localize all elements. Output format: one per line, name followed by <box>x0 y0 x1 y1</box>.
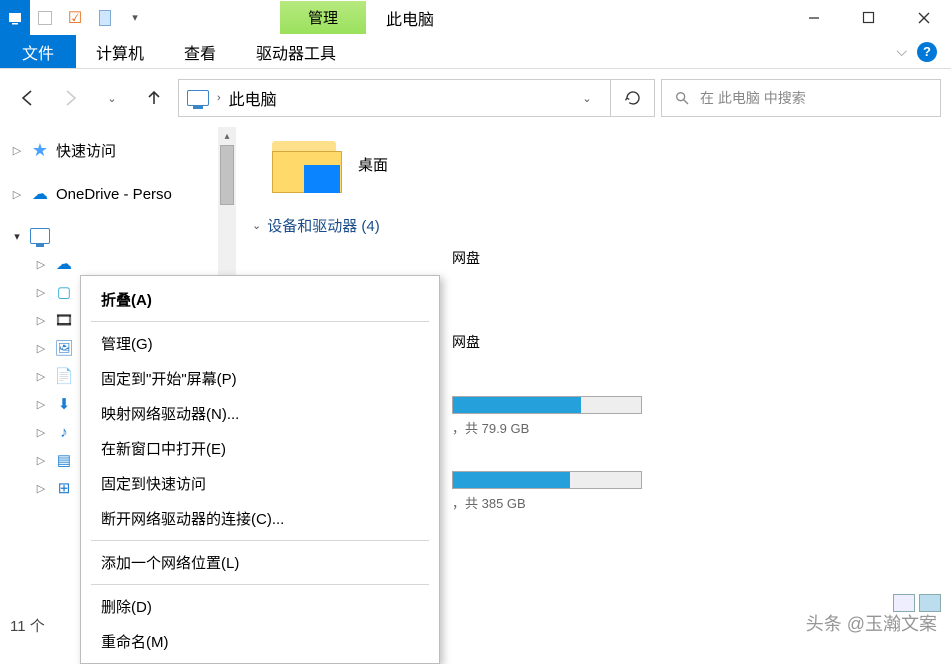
address-bar[interactable]: › 此电脑 ⌄ <box>178 79 611 117</box>
this-pc-icon <box>187 90 209 106</box>
up-button[interactable] <box>136 80 172 116</box>
capacity-text: ，共 385 GB <box>452 493 642 512</box>
video-folder-icon: 🎞 <box>54 311 74 329</box>
drive-1[interactable]: ，共 79.9 GB <box>452 396 935 437</box>
address-dropdown-button[interactable]: ⌄ <box>572 92 602 105</box>
device-netdisk-1[interactable]: 网盘 <box>452 248 935 268</box>
watermark: 头条 @玉瀚文案 <box>806 610 937 636</box>
status-item-count: 11 个 <box>10 615 45 636</box>
ribbon-collapse-icon[interactable]: ⌵ <box>896 43 907 60</box>
tree-label: OneDrive - Perso <box>56 186 172 203</box>
tree-quick-access[interactable]: ▷ ★ 快速访问 <box>6 135 212 166</box>
documents-folder-icon: 📄 <box>54 367 74 385</box>
qat-dropdown-icon[interactable]: ▾ <box>120 0 150 35</box>
ctx-delete[interactable]: 删除(D) <box>83 589 437 624</box>
breadcrumb-this-pc[interactable]: 此电脑 <box>229 86 277 110</box>
ctx-add-netloc[interactable]: 添加一个网络位置(L) <box>83 545 437 580</box>
folder-icon <box>272 135 342 193</box>
menu-separator <box>91 584 429 585</box>
capacity-bar <box>452 471 642 489</box>
qat-placeholder-icon[interactable] <box>30 0 60 35</box>
maximize-button[interactable] <box>841 0 896 35</box>
tab-computer[interactable]: 计算机 <box>76 35 164 68</box>
drive-2[interactable]: ，共 385 GB <box>452 471 935 512</box>
titlebar: ☑ ▾ 管理 此电脑 <box>0 0 951 35</box>
close-button[interactable] <box>896 0 951 35</box>
tree-onedrive[interactable]: ▷ ☁ OneDrive - Perso <box>6 180 212 208</box>
ribbon-tabs: 文件 计算机 查看 驱动器工具 ⌵ ? <box>0 35 951 69</box>
ctx-manage[interactable]: 管理(G) <box>83 326 437 361</box>
capacity-bar <box>452 396 642 414</box>
qat-item-icon[interactable] <box>90 0 120 35</box>
star-icon: ★ <box>30 142 50 160</box>
chevron-down-icon: ⌄ <box>252 219 261 232</box>
ctx-open-new[interactable]: 在新窗口中打开(E) <box>83 431 437 466</box>
menu-separator <box>91 321 429 322</box>
menu-separator <box>91 540 429 541</box>
chevron-right-icon[interactable]: › <box>217 92 221 104</box>
collapse-caret-icon[interactable]: ▾ <box>10 230 24 243</box>
device-label: 网盘 <box>452 248 480 268</box>
desktop-folder-icon: ▤ <box>54 451 74 469</box>
expand-caret-icon[interactable]: ▷ <box>10 188 24 201</box>
tab-view[interactable]: 查看 <box>164 35 236 68</box>
tree-label: 快速访问 <box>56 140 116 161</box>
minimize-button[interactable] <box>786 0 841 35</box>
folder-desktop[interactable]: 桌面 <box>272 135 935 193</box>
folder-label: 桌面 <box>358 154 388 175</box>
capacity-text: ，共 79.9 GB <box>452 418 642 437</box>
pictures-folder-icon: 🖼 <box>54 339 74 357</box>
scroll-up-icon[interactable]: ▴ <box>218 127 236 145</box>
contextual-tab-manage[interactable]: 管理 <box>280 1 366 34</box>
cloud-icon: ☁ <box>30 185 50 203</box>
downloads-folder-icon: ⬇ <box>54 395 74 413</box>
window-title: 此电脑 <box>386 6 434 30</box>
navigation-toolbar: ⌄ › 此电脑 ⌄ 在 此电脑 中搜索 <box>0 69 951 127</box>
scroll-thumb[interactable] <box>220 145 234 205</box>
ctx-pin-start[interactable]: 固定到"开始"屏幕(P) <box>83 361 437 396</box>
window-controls <box>786 0 951 35</box>
properties-icon[interactable]: ☑ <box>60 0 90 35</box>
tree-this-pc[interactable]: ▾ <box>6 222 212 250</box>
search-box[interactable]: 在 此电脑 中搜索 <box>661 79 941 117</box>
ctx-collapse[interactable]: 折叠(A) <box>83 282 437 317</box>
device-netdisk-2[interactable]: 网盘 <box>452 332 935 352</box>
section-label: 设备和驱动器 (4) <box>267 215 380 236</box>
context-menu: 折叠(A) 管理(G) 固定到"开始"屏幕(P) 映射网络驱动器(N)... 在… <box>80 275 440 664</box>
expand-caret-icon[interactable]: ▷ <box>10 144 24 157</box>
tab-file[interactable]: 文件 <box>0 35 76 68</box>
search-icon <box>674 90 690 106</box>
search-placeholder: 在 此电脑 中搜索 <box>700 88 806 108</box>
cube-icon: ▢ <box>54 283 74 301</box>
help-icon[interactable]: ? <box>917 42 937 62</box>
section-devices-header[interactable]: ⌄ 设备和驱动器 (4) <box>252 205 935 244</box>
watermark-text: 头条 @玉瀚文案 <box>806 610 937 636</box>
cloud-icon: ☁ <box>54 255 74 273</box>
tree-child[interactable]: ▷☁ <box>6 250 212 278</box>
recent-locations-button[interactable]: ⌄ <box>94 80 130 116</box>
ctx-pin-quick[interactable]: 固定到快速访问 <box>83 466 437 501</box>
this-pc-icon <box>30 227 50 245</box>
ctx-disconnect[interactable]: 断开网络驱动器的连接(C)... <box>83 501 437 536</box>
music-folder-icon: ♪ <box>54 423 74 441</box>
refresh-button[interactable] <box>611 79 655 117</box>
back-button[interactable] <box>10 80 46 116</box>
ctx-map-drive[interactable]: 映射网络驱动器(N)... <box>83 396 437 431</box>
os-drive-icon: ⊞ <box>54 479 74 497</box>
quick-access-toolbar: ☑ ▾ <box>0 0 150 35</box>
system-menu-icon[interactable] <box>0 0 30 35</box>
tab-drive-tools[interactable]: 驱动器工具 <box>236 35 356 68</box>
forward-button[interactable] <box>52 80 88 116</box>
device-label: 网盘 <box>452 332 480 352</box>
